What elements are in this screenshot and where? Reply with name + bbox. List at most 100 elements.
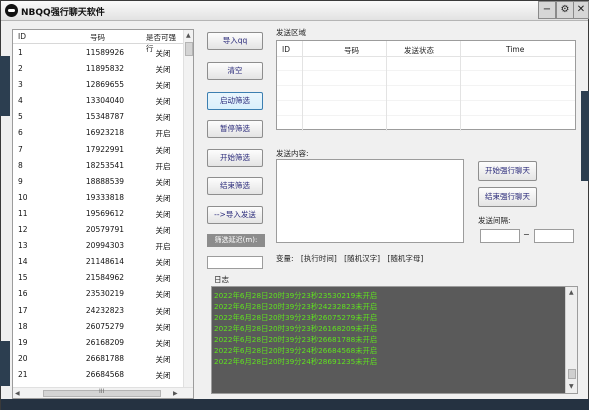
main-window: NBQQ强行聊天软件 − ⚙ ✕ ID 号码 是否可强行 1 11589926 关闭… (0, 0, 589, 410)
start-force-chat-button[interactable]: 开始强行聊天 (478, 161, 537, 181)
row-number: 18888539 (85, 176, 125, 186)
row-status: 开启 (155, 161, 171, 171)
interval-min-input[interactable] (480, 229, 520, 243)
send-header-number[interactable]: 号码 (344, 45, 359, 56)
scroll-thumb[interactable] (185, 42, 193, 56)
table-row[interactable]: 3 12869655 关闭 (13, 77, 183, 93)
table-row[interactable]: 19 26168209 关闭 (13, 335, 183, 351)
send-content-textarea[interactable] (276, 159, 464, 243)
table-row[interactable]: 5 15348787 关闭 (13, 109, 183, 125)
log-line: 2022年6月28日20时39分23秒26681788未开启 (214, 335, 378, 344)
send-table-header-divider (277, 56, 575, 57)
row-id: 11 (18, 208, 28, 218)
row-number: 15348787 (85, 112, 125, 122)
table-row[interactable]: 6 16923218 开启 (13, 125, 183, 141)
table-row[interactable]: 4 13304040 关闭 (13, 93, 183, 109)
end-filter-button[interactable]: 结束筛选 (207, 177, 263, 195)
row-status: 关闭 (155, 177, 171, 187)
log-panel[interactable]: 2022年6月28日20时39分23秒23530219未开启 2022年6月28日… (211, 286, 578, 394)
import-send-button[interactable]: -->导入发送 (207, 206, 263, 224)
row-number: 26168209 (85, 337, 125, 347)
start-filter-button[interactable]: 启动筛选 (207, 92, 263, 110)
end-force-chat-button[interactable]: 结束强行聊天 (478, 187, 537, 207)
app-logo-icon (5, 4, 18, 17)
row-status: 关闭 (155, 49, 171, 58)
table-row[interactable]: 13 20994303 开启 (13, 238, 183, 254)
log-line: 2022年6月28日20时39分23秒24232823未开启 (214, 302, 378, 311)
close-button[interactable]: ✕ (573, 1, 589, 19)
table-row[interactable]: 11 19569612 关闭 (13, 206, 183, 222)
log-line: 2022年6月28日20时39分24秒28691235未开启 (214, 357, 378, 366)
send-header-status[interactable]: 发送状态 (404, 45, 434, 56)
title-bar[interactable]: NBQQ强行聊天软件 − ⚙ ✕ (1, 1, 589, 21)
interval-max-input[interactable] (534, 229, 574, 243)
table-row[interactable]: 20 26681788 关闭 (13, 351, 183, 367)
var-exec-time[interactable]: [执行时间] (301, 254, 337, 263)
log-scroll-thumb[interactable] (568, 369, 576, 379)
send-header-id[interactable]: ID (282, 45, 290, 54)
column-divider (302, 41, 303, 131)
table-row[interactable]: 17 24232823 关闭 (13, 303, 183, 319)
header-id[interactable]: ID (18, 32, 26, 41)
filter-delay-input[interactable] (207, 256, 263, 269)
row-number: 20994303 (85, 241, 125, 251)
send-table[interactable]: ID 号码 发送状态 Time (276, 40, 576, 131)
send-header-time[interactable]: Time (506, 45, 524, 54)
minimize-button[interactable]: − (538, 1, 556, 19)
table-row[interactable]: 18 26075279 关闭 (13, 319, 183, 335)
filter-delay-label: 筛选延迟(m): (207, 234, 265, 247)
qq-number-list[interactable]: ID 号码 是否可强行 1 11589926 关闭 2 11895832 关闭 3 12869… (12, 29, 194, 399)
interval-dash: − (523, 230, 530, 239)
row-status: 关闭 (155, 97, 171, 107)
send-table-body (277, 56, 575, 129)
table-row[interactable]: 8 18253541 开启 (13, 158, 183, 174)
row-id: 9 (18, 176, 23, 186)
row-id: 1 (18, 48, 23, 57)
table-row[interactable]: 15 21584962 关闭 (13, 270, 183, 286)
row-number: 11589926 (85, 48, 125, 57)
table-row[interactable]: 21 26684568 关闭 (13, 367, 183, 383)
log-scroll-up-icon[interactable]: ▲ (569, 289, 574, 296)
row-status: 关闭 (155, 226, 171, 236)
table-row[interactable]: 2 11895832 关闭 (13, 61, 183, 77)
row-status: 关闭 (155, 354, 171, 364)
table-row[interactable]: 7 17922991 关闭 (13, 142, 183, 158)
var-random-letter[interactable]: [随机字母] (387, 254, 423, 263)
variables-row: 变量: [执行时间] [随机汉字] [随机字母] (276, 253, 428, 264)
settings-button[interactable]: ⚙ (556, 1, 574, 19)
row-status: 开启 (155, 129, 171, 139)
row-id: 10 (18, 192, 28, 202)
table-row[interactable]: 10 19333818 关闭 (13, 190, 183, 206)
row-status: 关闭 (155, 145, 171, 155)
scroll-up-icon[interactable]: ▲ (186, 32, 191, 39)
clear-button[interactable]: 清空 (207, 62, 263, 80)
variables-label: 变量: (276, 254, 294, 263)
begin-filter-button[interactable]: 开始筛选 (207, 149, 263, 167)
row-number: 24232823 (85, 305, 125, 315)
row-number: 26681788 (85, 353, 125, 363)
log-line: 2022年6月28日20时39分23秒23530219未开启 (214, 291, 378, 300)
scroll-left-icon[interactable]: ◀ (15, 390, 20, 397)
list-horizontal-scrollbar[interactable]: ◀ III ▶ (13, 387, 193, 398)
var-random-chinese[interactable]: [随机汉字] (344, 254, 380, 263)
list-vertical-scrollbar[interactable]: ▲ (183, 30, 193, 387)
log-line: 2022年6月28日20时39分23秒26168209未开启 (214, 324, 378, 333)
row-id: 17 (18, 305, 28, 315)
table-row[interactable]: 14 21148614 关闭 (13, 254, 183, 270)
log-scrollbar[interactable]: ▲ ▼ (565, 287, 577, 393)
import-qq-button[interactable]: 导入qq (207, 32, 263, 50)
row-status: 关闭 (155, 113, 171, 123)
row-id: 2 (18, 64, 23, 74)
pause-filter-button[interactable]: 暂停筛选 (207, 120, 263, 138)
header-number[interactable]: 号码 (90, 32, 105, 43)
table-row[interactable]: 1 11589926 关闭 (13, 45, 183, 61)
log-scroll-down-icon[interactable]: ▼ (569, 383, 574, 390)
table-row[interactable]: 12 20579791 关闭 (13, 222, 183, 238)
table-row[interactable]: 16 23530219 关闭 (13, 286, 183, 302)
log-label: 日志 (214, 275, 229, 284)
scroll-right-icon[interactable]: ▶ (173, 390, 178, 397)
right-decoration (581, 91, 589, 181)
row-id: 20 (18, 353, 28, 363)
table-row[interactable]: 9 18888539 关闭 (13, 174, 183, 190)
row-status: 关闭 (155, 209, 171, 219)
